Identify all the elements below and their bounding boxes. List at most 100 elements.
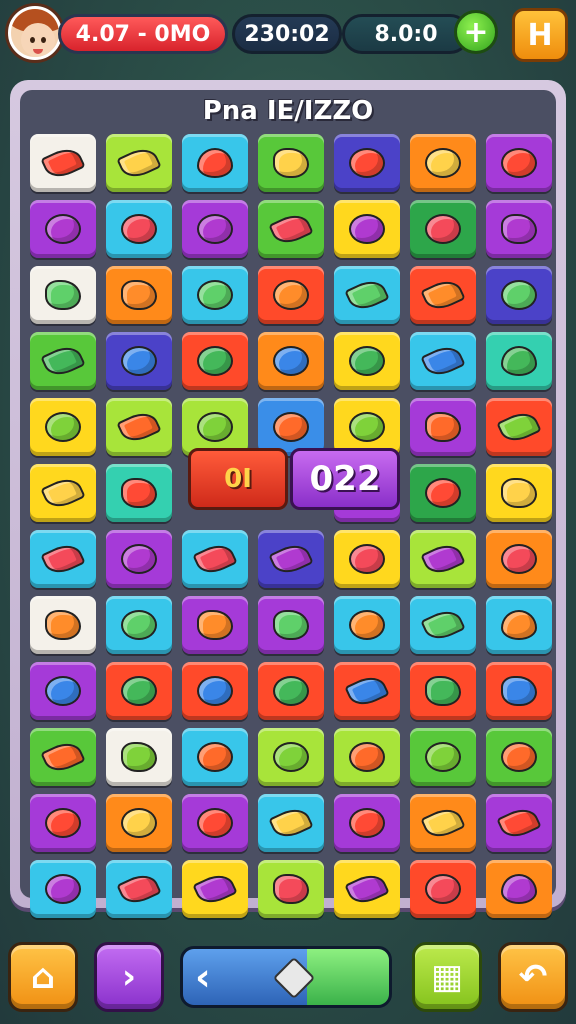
game-tile[interactable] (106, 266, 172, 324)
game-tile[interactable] (182, 596, 248, 654)
game-tile[interactable] (106, 464, 172, 522)
game-tile[interactable] (182, 794, 248, 852)
game-tile[interactable] (258, 794, 324, 852)
game-tile[interactable] (30, 860, 96, 918)
game-tile[interactable] (30, 464, 96, 522)
round-fruit-icon (273, 676, 309, 706)
game-tile[interactable] (410, 794, 476, 852)
game-tile[interactable] (410, 530, 476, 588)
game-tile[interactable] (486, 332, 552, 390)
round-fruit-icon (45, 412, 81, 442)
game-tile[interactable] (410, 596, 476, 654)
booster-slider[interactable]: ‹ (180, 946, 392, 1008)
game-tile[interactable] (182, 266, 248, 324)
game-tile[interactable] (486, 530, 552, 588)
game-tile[interactable] (334, 530, 400, 588)
round-fruit-icon (425, 214, 461, 244)
leaf-fruit-icon (420, 275, 466, 315)
game-tile[interactable] (30, 530, 96, 588)
game-tile[interactable] (30, 662, 96, 720)
game-tile[interactable] (106, 662, 172, 720)
game-tile[interactable] (30, 728, 96, 786)
game-tile[interactable] (486, 662, 552, 720)
game-tile[interactable] (106, 332, 172, 390)
round-fruit-icon (349, 214, 385, 244)
game-tile[interactable] (182, 662, 248, 720)
slider-left-arrow[interactable]: ‹ (195, 955, 211, 999)
game-tile[interactable] (486, 794, 552, 852)
game-tile[interactable] (486, 134, 552, 192)
game-tile[interactable] (258, 728, 324, 786)
board-inner: Pna IE/IZZO (20, 90, 556, 918)
game-tile[interactable] (334, 794, 400, 852)
game-tile[interactable] (106, 200, 172, 258)
game-tile[interactable] (258, 266, 324, 324)
game-tile[interactable] (486, 860, 552, 918)
game-tile[interactable] (182, 530, 248, 588)
game-tile[interactable] (182, 200, 248, 258)
game-tile[interactable] (410, 860, 476, 918)
game-tile[interactable] (486, 266, 552, 324)
game-tile[interactable] (30, 266, 96, 324)
game-tile[interactable] (334, 662, 400, 720)
game-tile[interactable] (258, 662, 324, 720)
inventory-button[interactable]: ▦ (412, 942, 482, 1012)
game-tile[interactable] (258, 860, 324, 918)
game-tile[interactable] (106, 530, 172, 588)
game-tile[interactable] (410, 200, 476, 258)
game-tile[interactable] (486, 728, 552, 786)
game-tile[interactable] (334, 266, 400, 324)
game-tile[interactable] (410, 662, 476, 720)
game-tile[interactable] (334, 860, 400, 918)
game-tile[interactable] (258, 200, 324, 258)
blob-fruit-icon (501, 214, 537, 244)
game-tile[interactable] (334, 728, 400, 786)
round-fruit-icon (425, 148, 461, 178)
game-tile[interactable] (486, 200, 552, 258)
game-tile[interactable] (30, 596, 96, 654)
leaf-fruit-icon (420, 539, 466, 579)
next-button[interactable]: › (94, 942, 164, 1012)
game-tile[interactable] (334, 332, 400, 390)
game-tile[interactable] (182, 332, 248, 390)
game-tile[interactable] (410, 134, 476, 192)
add-coins-button[interactable]: + (454, 10, 498, 54)
game-tile[interactable] (106, 398, 172, 456)
round-fruit-icon (425, 742, 461, 772)
game-tile[interactable] (106, 860, 172, 918)
home-button[interactable]: ⌂ (8, 942, 78, 1012)
game-tile[interactable] (334, 200, 400, 258)
game-tile[interactable] (182, 860, 248, 918)
game-tile[interactable] (334, 596, 400, 654)
game-tile[interactable] (334, 134, 400, 192)
leaf-fruit-icon (344, 869, 390, 909)
game-tile[interactable] (106, 596, 172, 654)
game-tile[interactable] (30, 332, 96, 390)
game-tile[interactable] (182, 134, 248, 192)
game-tile[interactable] (258, 332, 324, 390)
game-tile[interactable] (410, 728, 476, 786)
game-tile[interactable] (410, 266, 476, 324)
game-tile[interactable] (486, 596, 552, 654)
game-tile[interactable] (258, 596, 324, 654)
game-tile[interactable] (30, 794, 96, 852)
round-fruit-icon (501, 148, 537, 178)
game-tile[interactable] (486, 398, 552, 456)
game-tile[interactable] (410, 332, 476, 390)
game-tile[interactable] (30, 200, 96, 258)
game-tile[interactable] (410, 398, 476, 456)
round-fruit-icon (45, 214, 81, 244)
player-avatar[interactable] (8, 6, 62, 60)
game-tile[interactable] (106, 794, 172, 852)
game-tile[interactable] (30, 398, 96, 456)
game-tile[interactable] (486, 464, 552, 522)
menu-button[interactable]: H (512, 8, 568, 62)
game-tile[interactable] (30, 134, 96, 192)
game-tile[interactable] (182, 728, 248, 786)
game-tile[interactable] (258, 530, 324, 588)
game-tile[interactable] (106, 728, 172, 786)
game-tile[interactable] (258, 134, 324, 192)
game-tile[interactable] (410, 464, 476, 522)
undo-button[interactable]: ↶ (498, 942, 568, 1012)
game-tile[interactable] (106, 134, 172, 192)
